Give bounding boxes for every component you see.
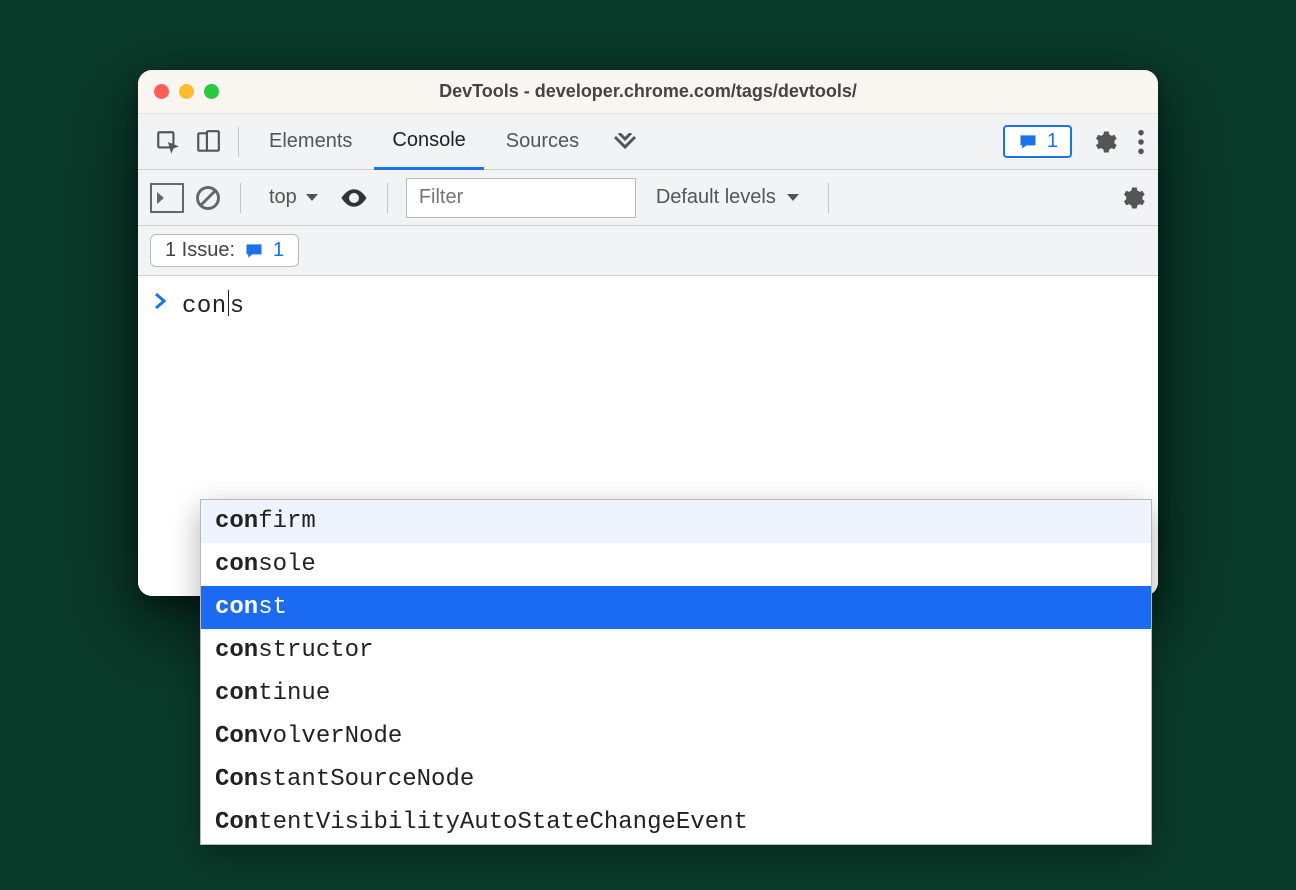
autocomplete-match: con	[215, 680, 258, 707]
window-titlebar: DevTools - developer.chrome.com/tags/dev…	[138, 70, 1158, 114]
chevron-down-icon	[305, 193, 319, 203]
issues-count: 1	[1047, 130, 1058, 153]
issues-label: 1 Issue:	[165, 239, 235, 262]
prompt-chevron-icon	[154, 292, 168, 310]
autocomplete-item[interactable]: const	[201, 586, 1151, 629]
text-cursor	[228, 290, 229, 316]
divider	[240, 183, 241, 213]
issues-count: 1	[273, 239, 284, 262]
devtools-window: DevTools - developer.chrome.com/tags/dev…	[138, 70, 1158, 596]
window-title: DevTools - developer.chrome.com/tags/dev…	[138, 81, 1158, 102]
message-icon	[243, 241, 265, 261]
console-toolbar: top Default levels	[138, 170, 1158, 226]
autocomplete-rest: structor	[258, 637, 373, 664]
tab-elements[interactable]: Elements	[251, 114, 370, 170]
autocomplete-item[interactable]: console	[201, 543, 1151, 586]
autocomplete-item[interactable]: ConvolverNode	[201, 715, 1151, 758]
inspect-element-icon[interactable]	[150, 124, 186, 160]
log-levels-selector[interactable]: Default levels	[646, 186, 810, 209]
autocomplete-rest: sole	[258, 551, 316, 578]
autocomplete-item[interactable]: continue	[201, 672, 1151, 715]
show-console-sidebar-button[interactable]	[150, 183, 184, 213]
autocomplete-rest: tentVisibilityAutoStateChangeEvent	[258, 809, 748, 836]
main-tab-bar: Elements Console Sources 1	[138, 114, 1158, 170]
autocomplete-rest: st	[258, 594, 287, 621]
autocomplete-rest: volverNode	[258, 723, 402, 750]
settings-button[interactable]	[1090, 128, 1118, 156]
minimize-window-button[interactable]	[179, 84, 194, 99]
console-prompt[interactable]: cons	[138, 290, 1158, 320]
autocomplete-rest: tinue	[258, 680, 330, 707]
issues-chip[interactable]: 1	[1003, 125, 1072, 158]
clear-console-button[interactable]	[194, 184, 222, 212]
issue-bar: 1 Issue: 1	[138, 226, 1158, 276]
console-body: cons confirmconsoleconstconstructorconti…	[138, 276, 1158, 596]
execution-context-selector[interactable]: top	[259, 186, 329, 209]
autocomplete-item[interactable]: constructor	[201, 629, 1151, 672]
device-toolbar-icon[interactable]	[190, 124, 226, 160]
message-icon	[1017, 132, 1039, 152]
autocomplete-match: Con	[215, 723, 258, 750]
autocomplete-match: Con	[215, 809, 258, 836]
more-tabs-button[interactable]	[601, 133, 651, 151]
tab-sources[interactable]: Sources	[488, 114, 597, 170]
more-options-button[interactable]	[1136, 128, 1146, 156]
gear-icon	[1090, 128, 1118, 156]
autocomplete-match: con	[215, 594, 258, 621]
filter-input[interactable]	[406, 178, 636, 218]
autocomplete-match: Con	[215, 766, 258, 793]
autocomplete-rest: firm	[258, 508, 316, 535]
levels-label: Default levels	[656, 186, 776, 209]
chevron-down-icon	[786, 193, 800, 203]
kebab-icon	[1136, 128, 1146, 156]
gear-icon	[1118, 184, 1146, 212]
autocomplete-rest: stantSourceNode	[258, 766, 474, 793]
input-before: con	[182, 293, 227, 320]
autocomplete-item[interactable]: ContentVisibilityAutoStateChangeEvent	[201, 801, 1151, 844]
live-expression-button[interactable]	[339, 183, 369, 213]
autocomplete-item[interactable]: confirm	[201, 500, 1151, 543]
zoom-window-button[interactable]	[204, 84, 219, 99]
divider	[387, 183, 388, 213]
tab-console[interactable]: Console	[374, 114, 483, 170]
context-label: top	[269, 186, 297, 209]
divider	[828, 183, 829, 213]
autocomplete-popup: confirmconsoleconstconstructorcontinueCo…	[200, 499, 1152, 845]
autocomplete-match: con	[215, 551, 258, 578]
issues-pill[interactable]: 1 Issue: 1	[150, 234, 299, 267]
traffic-lights	[154, 84, 219, 99]
input-after: s	[230, 293, 245, 320]
autocomplete-item[interactable]: ConstantSourceNode	[201, 758, 1151, 801]
autocomplete-match: con	[215, 508, 258, 535]
console-input[interactable]: cons	[182, 290, 245, 320]
close-window-button[interactable]	[154, 84, 169, 99]
autocomplete-match: con	[215, 637, 258, 664]
console-settings-button[interactable]	[1118, 184, 1146, 212]
divider	[238, 127, 239, 157]
